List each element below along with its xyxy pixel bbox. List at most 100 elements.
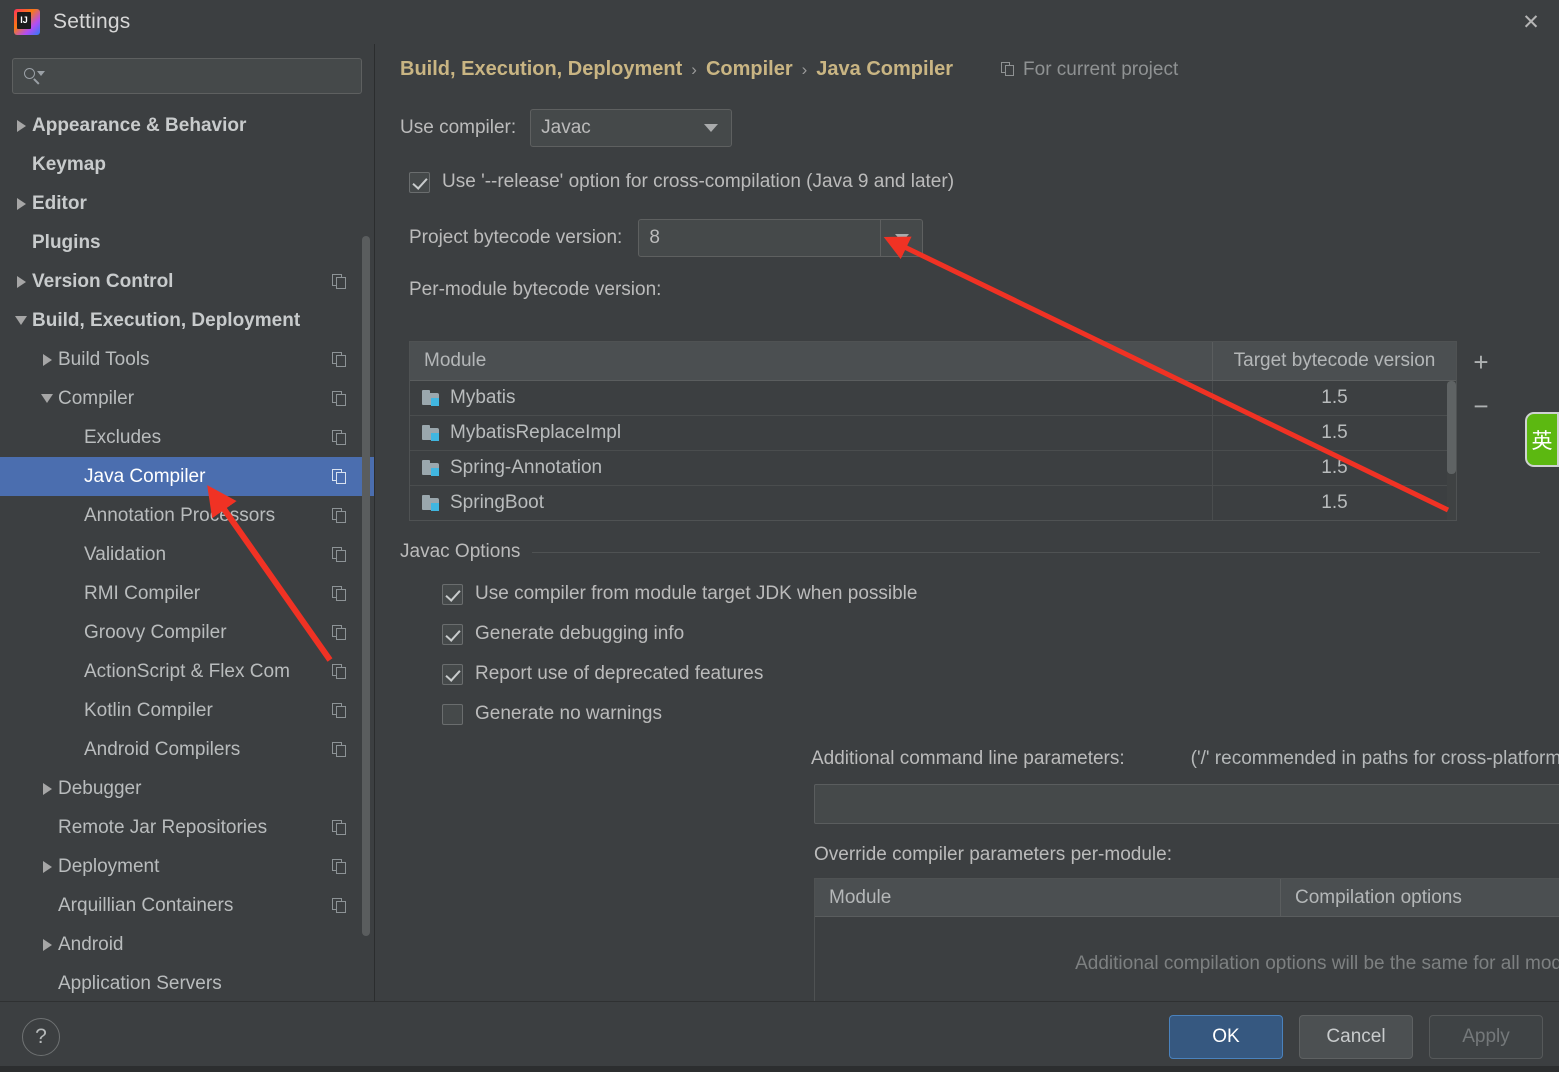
table-row[interactable]: Mybatis 1.5 <box>410 381 1456 416</box>
chevron-right-icon[interactable] <box>36 925 58 964</box>
sidebar-item-arquillian-containers[interactable]: Arquillian Containers <box>0 886 374 925</box>
module-bytecode-table: Module Target bytecode version Mybatis 1.… <box>409 341 1457 521</box>
sidebar-item-deployment[interactable]: Deployment <box>0 847 374 886</box>
chevron-right-icon[interactable] <box>10 106 32 145</box>
search-box[interactable] <box>12 58 362 94</box>
sidebar-item-rmi-compiler[interactable]: RMI Compiler <box>0 574 374 613</box>
sidebar-item-debugger[interactable]: Debugger <box>0 769 374 808</box>
chevron-right-icon[interactable] <box>10 184 32 223</box>
column-header-module[interactable]: Module <box>410 342 1213 380</box>
cancel-button[interactable]: Cancel <box>1299 1015 1413 1059</box>
table-row[interactable]: Spring-Annotation 1.5 <box>410 451 1456 486</box>
javac-option-report-use-of-deprecated-features[interactable]: Report use of deprecated features <box>442 663 1540 685</box>
close-icon[interactable]: ✕ <box>1503 0 1559 44</box>
chevron-down-icon[interactable] <box>691 110 731 146</box>
breadcrumb-part-0[interactable]: Build, Execution, Deployment <box>400 58 682 81</box>
cell-target-version[interactable]: 1.5 <box>1213 486 1456 520</box>
checkbox-indicator[interactable] <box>442 623 463 645</box>
sidebar-item-compiler[interactable]: Compiler <box>0 379 374 418</box>
cell-module[interactable]: MybatisReplaceImpl <box>410 416 1213 450</box>
search-input[interactable] <box>43 67 353 85</box>
javac-option-generate-debugging-info[interactable]: Generate debugging info <box>442 623 1540 645</box>
sidebar-item-kotlin-compiler[interactable]: Kotlin Compiler <box>0 691 374 730</box>
additional-params-input[interactable] <box>815 793 1559 815</box>
sidebar-item-keymap[interactable]: Keymap <box>0 145 374 184</box>
javac-option-use-compiler-from-module-target-jdk-when-possible[interactable]: Use compiler from module target JDK when… <box>442 583 1540 605</box>
settings-sidebar: Appearance & Behavior Keymap Editor Plugins… <box>0 44 375 1001</box>
chevron-right-icon[interactable] <box>10 262 32 301</box>
chevron-down-icon[interactable] <box>36 379 58 418</box>
copy-icon <box>332 468 348 485</box>
sidebar-item-actionscript-flex-com[interactable]: ActionScript & Flex Com <box>0 652 374 691</box>
group-divider <box>532 551 1540 553</box>
sidebar-scrollbar-thumb[interactable] <box>362 236 370 936</box>
ime-indicator-badge[interactable]: 英 <box>1525 412 1559 467</box>
cell-module[interactable]: Mybatis <box>410 381 1213 415</box>
add-module-button[interactable]: + <box>1463 345 1499 379</box>
copy-icon <box>332 702 348 719</box>
per-module-bytecode-label: Per-module bytecode version: <box>409 279 662 300</box>
chevron-right-icon[interactable] <box>36 847 58 886</box>
chevron-right-icon[interactable] <box>36 340 58 379</box>
sidebar-item-label: Build, Execution, Deployment <box>32 309 301 331</box>
checkbox-indicator[interactable] <box>409 171 430 193</box>
checkbox-indicator[interactable] <box>442 663 463 685</box>
cell-module[interactable]: Spring-Annotation <box>410 451 1213 485</box>
sidebar-item-groovy-compiler[interactable]: Groovy Compiler <box>0 613 374 652</box>
sidebar-item-version-control[interactable]: Version Control <box>0 262 374 301</box>
javac-option-generate-no-warnings[interactable]: Generate no warnings <box>442 703 1540 725</box>
additional-params-labels: Additional command line parameters: ('/'… <box>811 748 1559 770</box>
chevron-down-icon[interactable] <box>10 301 32 340</box>
sidebar-item-plugins[interactable]: Plugins <box>0 223 374 262</box>
sidebar-item-remote-jar-repositories[interactable]: Remote Jar Repositories <box>0 808 374 847</box>
breadcrumb-part-2: Java Compiler <box>816 58 954 80</box>
sidebar-item-application-servers[interactable]: Application Servers <box>0 964 374 1001</box>
chevron-right-icon[interactable] <box>36 769 58 808</box>
project-bytecode-dropdown[interactable]: 8 <box>638 219 924 257</box>
sidebar-item-android[interactable]: Android <box>0 925 374 964</box>
sidebar-scrollbar-track[interactable] <box>362 140 372 985</box>
column-header-target[interactable]: Target bytecode version <box>1213 342 1456 380</box>
cell-target-version[interactable]: 1.5 <box>1213 416 1456 450</box>
module-bytecode-table-wrapper: Module Target bytecode version Mybatis 1.… <box>409 341 1505 521</box>
sidebar-item-excludes[interactable]: Excludes <box>0 418 374 457</box>
column-header-compilation-options[interactable]: Compilation options <box>1281 879 1559 916</box>
project-bytecode-value[interactable]: 8 <box>639 227 880 249</box>
sidebar-item-editor[interactable]: Editor <box>0 184 374 223</box>
ok-button[interactable]: OK <box>1169 1015 1283 1059</box>
use-compiler-dropdown[interactable]: Javac <box>530 109 733 147</box>
remove-module-button[interactable]: − <box>1463 389 1499 423</box>
use-compiler-row: Use compiler: Javac <box>400 109 1559 147</box>
column-header-module[interactable]: Module <box>815 879 1281 916</box>
table-scrollbar-track[interactable] <box>1447 381 1456 520</box>
sidebar-item-java-compiler[interactable]: Java Compiler <box>0 457 374 496</box>
table-scrollbar-thumb[interactable] <box>1447 381 1456 474</box>
additional-params-field[interactable]: ↗↙ <box>814 784 1559 824</box>
help-button[interactable]: ? <box>22 1018 60 1056</box>
sidebar-item-validation[interactable]: Validation <box>0 535 374 574</box>
cell-target-version[interactable]: 1.5 <box>1213 381 1456 415</box>
cell-target-version[interactable]: 1.5 <box>1213 451 1456 485</box>
checkbox-indicator[interactable] <box>442 703 463 725</box>
sidebar-item-appearance-behavior[interactable]: Appearance & Behavior <box>0 106 374 145</box>
javac-option-label: Generate no warnings <box>475 703 662 724</box>
checkbox-indicator[interactable] <box>442 583 463 605</box>
module-name: MybatisReplaceImpl <box>450 422 622 443</box>
table-row[interactable]: MybatisReplaceImpl 1.5 <box>410 416 1456 451</box>
sidebar-item-label: Java Compiler <box>84 465 206 487</box>
cell-module[interactable]: SpringBoot <box>410 486 1213 520</box>
breadcrumb-separator: › <box>801 59 808 79</box>
release-option-checkbox[interactable]: Use '--release' option for cross-compila… <box>409 171 1559 193</box>
sidebar-item-android-compilers[interactable]: Android Compilers <box>0 730 374 769</box>
breadcrumb-part-1[interactable]: Compiler <box>706 58 793 81</box>
sidebar-item-build-tools[interactable]: Build Tools <box>0 340 374 379</box>
settings-tree: Appearance & Behavior Keymap Editor Plugins… <box>0 104 374 1001</box>
window-title: Settings <box>53 10 131 33</box>
sidebar-item-label: Android Compilers <box>84 738 241 760</box>
sidebar-item-annotation-processors[interactable]: Annotation Processors <box>0 496 374 535</box>
sidebar-item-build-execution-deployment[interactable]: Build, Execution, Deployment <box>0 301 374 340</box>
chevron-down-icon[interactable] <box>880 220 922 256</box>
table-row[interactable]: SpringBoot 1.5 <box>410 486 1456 520</box>
override-params-label: Override compiler parameters per-module: <box>814 844 1172 865</box>
